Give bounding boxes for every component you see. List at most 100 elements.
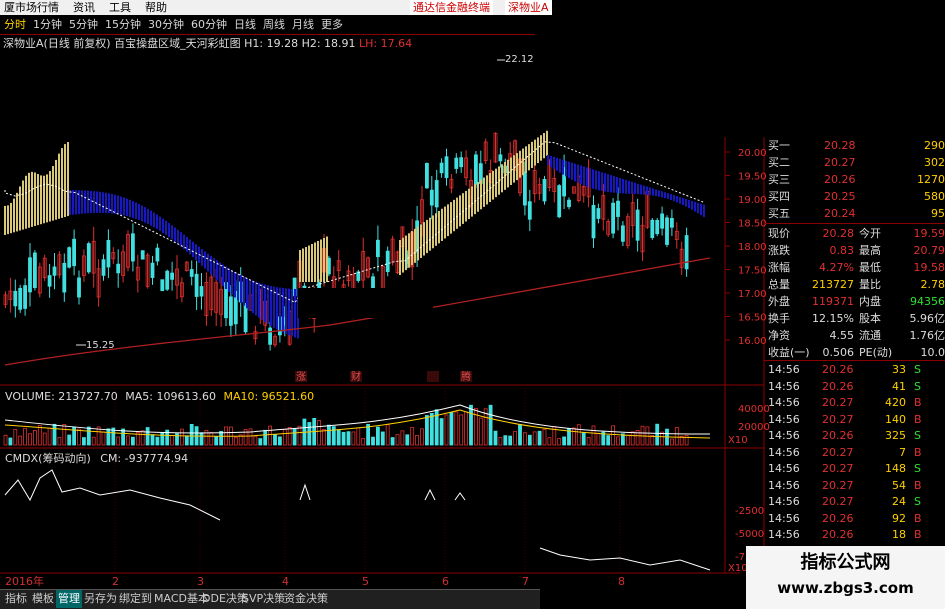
volume-bar [91,436,96,446]
volume-bar [346,431,351,446]
candle [523,171,527,206]
volume-bar [199,432,204,446]
cmdx-line [4,469,221,521]
candle [665,217,669,245]
indicator-tab[interactable]: 另存为 [82,590,119,608]
volume-bar [263,429,268,446]
stat-label: 最低 [859,261,881,274]
volume-bar [292,428,297,446]
tick-time: 14:56 [768,363,800,376]
tick-row: 14:56 20.26 33 S [764,361,945,378]
candle [596,208,601,219]
tick-row: 14:56 20.27 7 B [764,444,945,461]
volume-bar [37,425,42,446]
tick-side: B [914,445,922,459]
candle [67,247,72,268]
watermark-logo: 指标公式网 www.zbgs3.com [746,546,945,609]
volume-bar [415,434,420,446]
stat-label: 总量 [768,278,790,291]
price-axis-label: 16.50 [738,313,767,324]
candle [86,243,91,273]
candle [47,275,52,287]
candle [670,217,674,228]
volume-bar [557,438,562,446]
candle [527,201,532,220]
volume-bar [527,434,532,446]
bid-price: 20.25 [824,190,856,203]
volume-bar [179,428,184,446]
volume-bar [42,432,47,446]
candle [424,163,429,189]
indicator-tab[interactable]: 管理 [56,590,82,608]
volume-bar [331,426,336,446]
indicator-tab[interactable]: SVP决策 [240,590,287,608]
candle [18,287,23,310]
stat-value: 19.58 [913,261,945,274]
bid-label: 买二 [768,156,790,169]
stat-value: 0.83 [829,244,855,257]
stat-value: 119371 [812,295,854,308]
high-price-label: 22.12 [505,54,534,65]
indicator-tab[interactable]: 模板 [30,590,56,608]
indicator-tab[interactable]: 指标 [3,590,29,608]
volume-bar [57,437,62,446]
stat-label: 涨跌 [768,244,790,257]
volume-bar [341,431,346,446]
volume-bar [518,424,522,446]
volume-bar [542,428,547,446]
volume-bar [322,429,326,446]
tick-side: S [914,495,921,508]
cm-value: CM: -937774.94 [100,452,189,465]
stat-label: 今开 [859,227,881,240]
tick-volume: 24 [892,495,906,508]
volume-bar [616,436,620,446]
volume-bar [385,424,390,446]
volume-bar [464,411,469,446]
tick-side: B [914,478,922,492]
tick-row: 14:56 20.27 140 B [764,411,945,428]
price-axis-label: 20.00 [738,148,767,159]
volume-bar [513,430,517,446]
tick-time: 14:56 [768,379,800,393]
tick-side: B [914,511,922,525]
candle [444,156,449,179]
candle [439,162,444,174]
volume-bar [317,420,322,446]
volume-bar [361,438,366,446]
volume-bar [145,427,150,446]
low-price-label: 15.25 [86,340,115,351]
tick-price: 20.26 [822,379,854,393]
bid-volume: 580 [924,190,945,203]
tick-side: B [914,528,922,541]
volume-bar [366,423,371,446]
tick-price: 20.27 [822,495,854,508]
tick-time: 14:56 [768,462,800,475]
bid-label: 买一 [768,139,790,152]
stat-row: 净资 4.55 流通 1.76亿 [764,327,945,344]
volume-bar [116,436,121,446]
tick-volume: 18 [892,528,906,541]
indicator-tab-bar: 指标 模板 管理 另存为 绑定到 MACD基本 DDE决策 SVP决策 资金决策 [0,589,540,609]
tick-row: 14:56 20.26 41 S [764,378,945,395]
volume-bar [8,437,13,446]
cmdx-axis-label: -2500 [735,506,764,517]
date-axis-label: 2016年 [5,575,44,588]
volume-bar [233,437,238,446]
volume-bar [670,438,674,446]
candle [375,239,380,258]
indicator-tab[interactable]: 资金决策 [282,590,330,608]
bid-row: 买五 20.24 95 [764,205,945,222]
tick-row: 14:56 20.26 18 B [764,526,945,543]
volume-info-line: VOLUME: 213727.70 MA5: 109613.60 MA10: 9… [5,390,314,403]
date-axis-label: 7 [522,575,529,588]
tick-volume: 140 [885,412,906,426]
volume-bar [439,418,444,446]
indicator-tab[interactable]: 绑定到 [117,590,154,608]
volume-bar [209,432,214,446]
tick-time: 14:56 [768,445,800,459]
candle [140,250,145,260]
volume-bar [253,435,258,446]
candle [199,286,204,297]
volume-bar [630,431,635,446]
volume-bar [410,427,415,446]
